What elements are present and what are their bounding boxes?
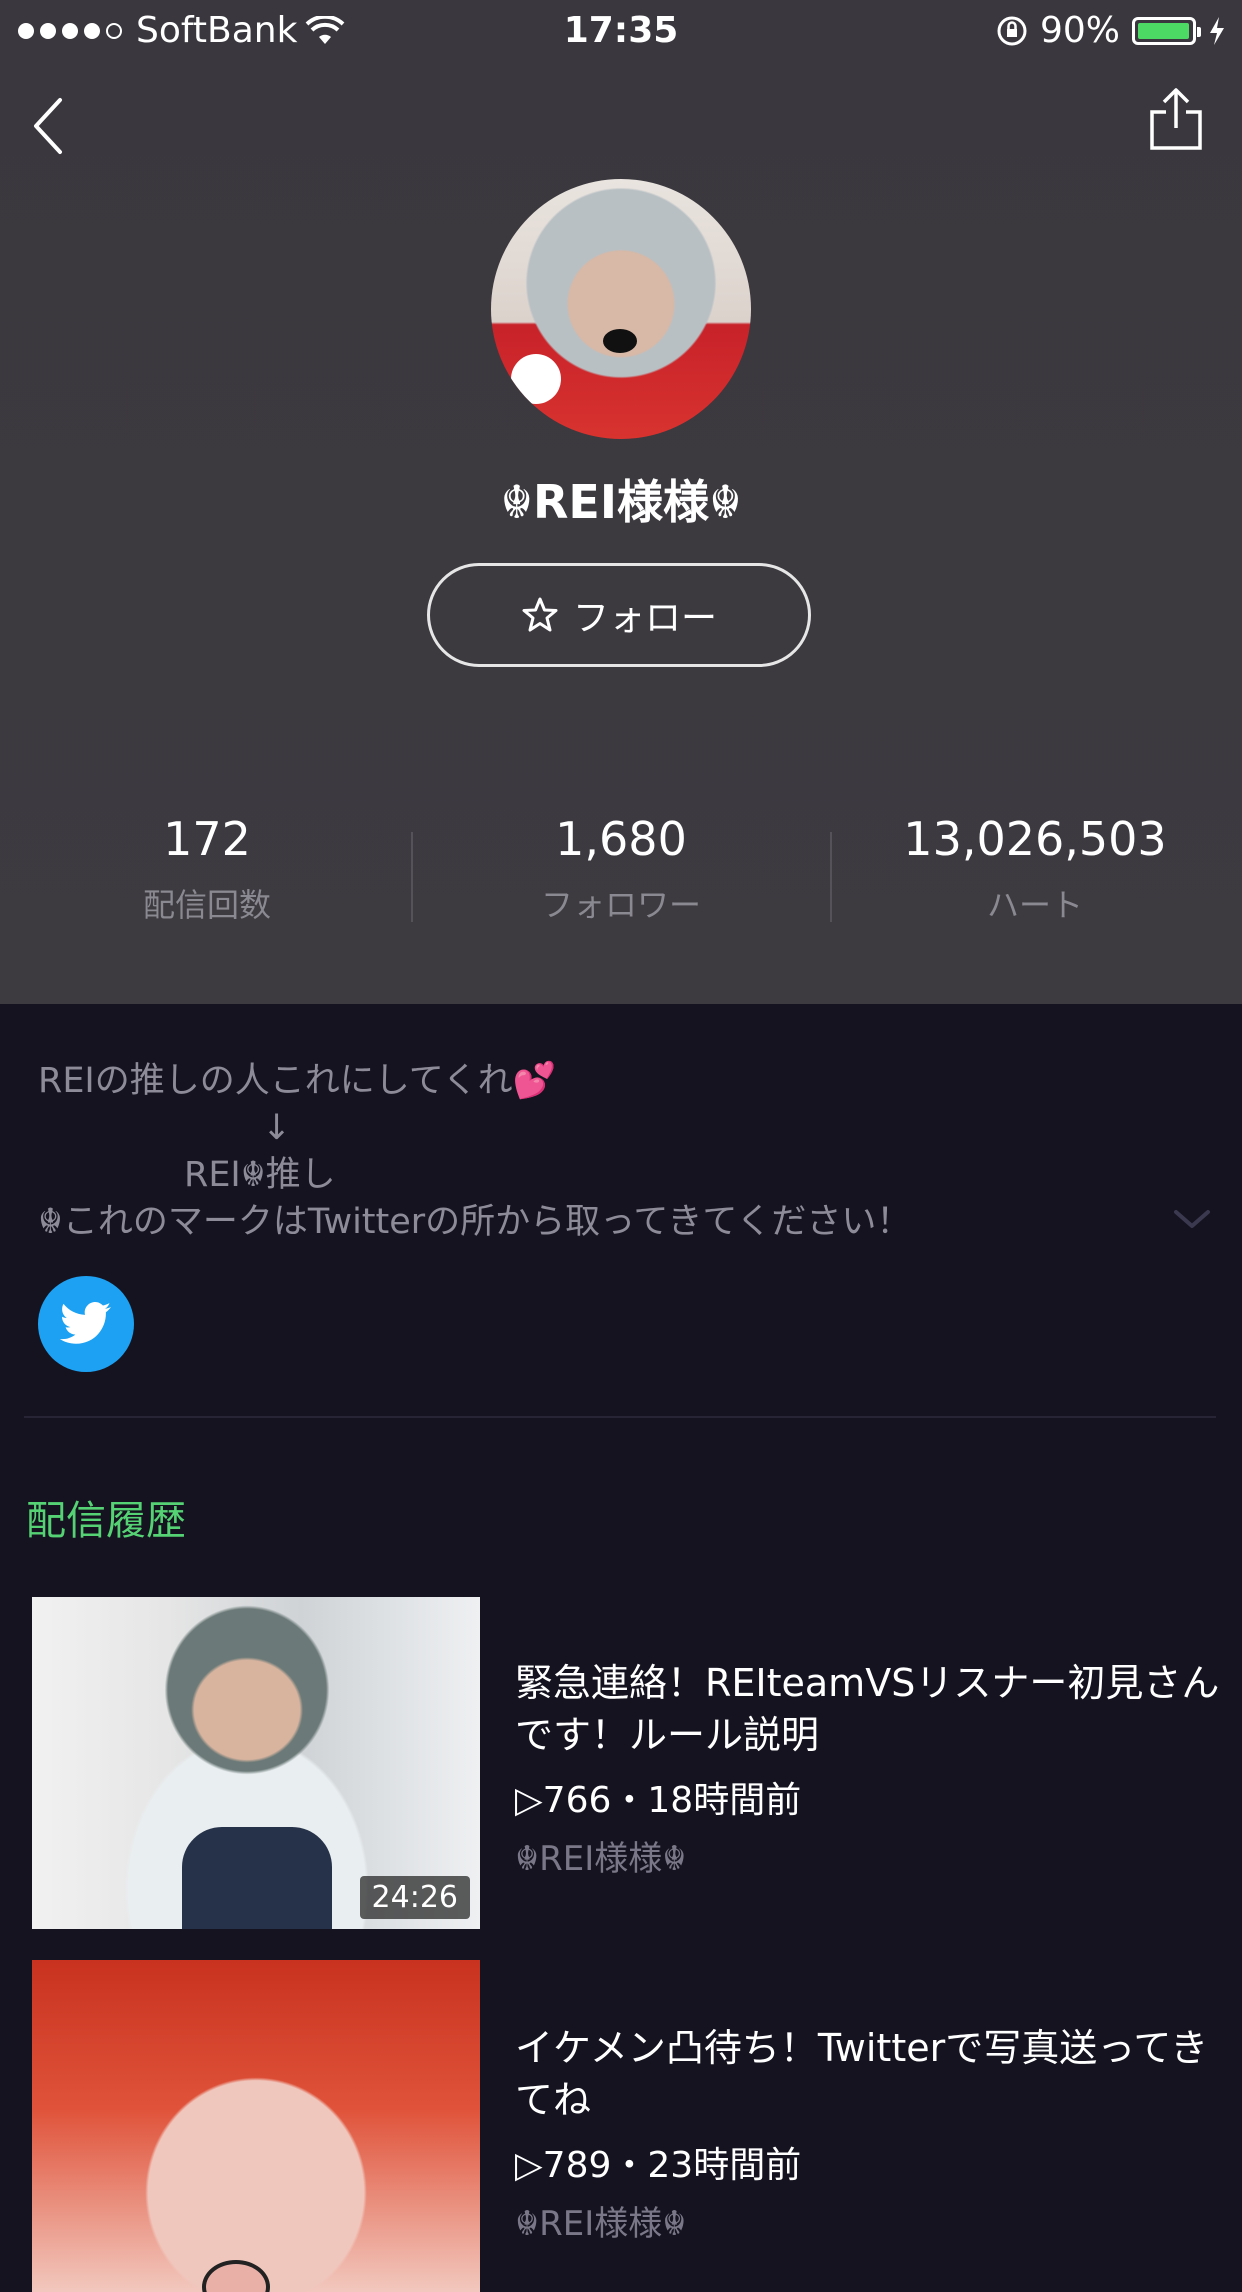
video-thumbnail[interactable]: 24:26 (32, 1597, 480, 1929)
history-title: 配信履歴 (26, 1498, 186, 1544)
stat-value: 1,680 (555, 812, 687, 866)
stat-divider (830, 832, 832, 922)
status-bar: SoftBank 17:35 90% (0, 0, 1242, 60)
stat-divider (411, 832, 413, 922)
stat-label: ハート (986, 886, 1083, 924)
avatar (491, 179, 751, 439)
bio-line: REIの推しの人これにしてくれ💕 (38, 1061, 557, 1101)
twitter-link[interactable] (38, 1276, 134, 1372)
battery-info: 90% (996, 10, 1226, 51)
video-title: 緊急連絡！REIteamVSリスナー初見さんです！ルール説明 (515, 1661, 1220, 1757)
stat-value: 172 (163, 812, 251, 866)
video-thumbnail[interactable] (32, 1960, 480, 2292)
battery-icon (1132, 16, 1201, 45)
history-item[interactable]: 24:26 緊急連絡！REIteamVSリスナー初見さんです！ルール説明 ▷76… (32, 1597, 1232, 1929)
rotation-lock-icon (997, 16, 1027, 45)
section-divider (24, 1416, 1216, 1418)
video-title: イケメン凸待ち！Twitterで写真送ってきてね (515, 2026, 1209, 2122)
video-duration: 24:26 (359, 1876, 470, 1919)
chevron-down-icon[interactable] (1172, 1204, 1212, 1234)
bio-line: ☬これのマークはTwitterの所から取ってきてください！ (38, 1202, 912, 1242)
star-icon (522, 597, 558, 632)
follow-button[interactable]: フォロー (427, 563, 811, 667)
video-meta: イケメン凸待ち！Twitterで写真送ってきてね ▷789・23時間前 ☬REI… (515, 2022, 1235, 2245)
stat-label: 配信回数 (142, 886, 271, 924)
stat-followers[interactable]: 1,680 フォロワー (414, 812, 828, 926)
stat-label: フォロワー (540, 886, 701, 924)
bio-line: ↓ (262, 1108, 292, 1148)
profile-bio: REIの推しの人これにしてくれ💕 ↓ REI☬推し ☬これのマークはTwitte… (38, 1058, 1188, 1246)
twitter-icon (60, 1302, 112, 1344)
video-meta: 緊急連絡！REIteamVSリスナー初見さんです！ルール説明 ▷766・18時間… (515, 1657, 1235, 1880)
battery-percent: 90% (1039, 10, 1120, 51)
stat-hearts: 13,026,503 ハート (828, 812, 1242, 926)
share-icon[interactable] (1148, 86, 1204, 152)
profile-header: SoftBank 17:35 90% ☬REI様様☬ フォロー 172 配信回数… (0, 0, 1242, 1004)
bio-line: REI☬推し (184, 1155, 336, 1195)
video-author: ☬REI様様☬ (515, 1839, 687, 1879)
video-views: ▷789・23時間前 (515, 2145, 802, 2186)
stats-row: 172 配信回数 1,680 フォロワー 13,026,503 ハート (0, 812, 1242, 942)
stat-broadcasts: 172 配信回数 (0, 812, 414, 926)
profile-name: ☬REI様様☬ (500, 475, 742, 529)
video-author: ☬REI様様☬ (515, 2204, 687, 2244)
stat-value: 13,026,503 (903, 812, 1167, 866)
video-views: ▷766・18時間前 (515, 1780, 802, 1821)
charging-icon (1210, 16, 1224, 45)
follow-label: フォロー (572, 598, 717, 639)
back-icon[interactable] (28, 96, 68, 156)
history-item[interactable]: イケメン凸待ち！Twitterで写真送ってきてね ▷789・23時間前 ☬REI… (32, 1960, 1232, 2292)
